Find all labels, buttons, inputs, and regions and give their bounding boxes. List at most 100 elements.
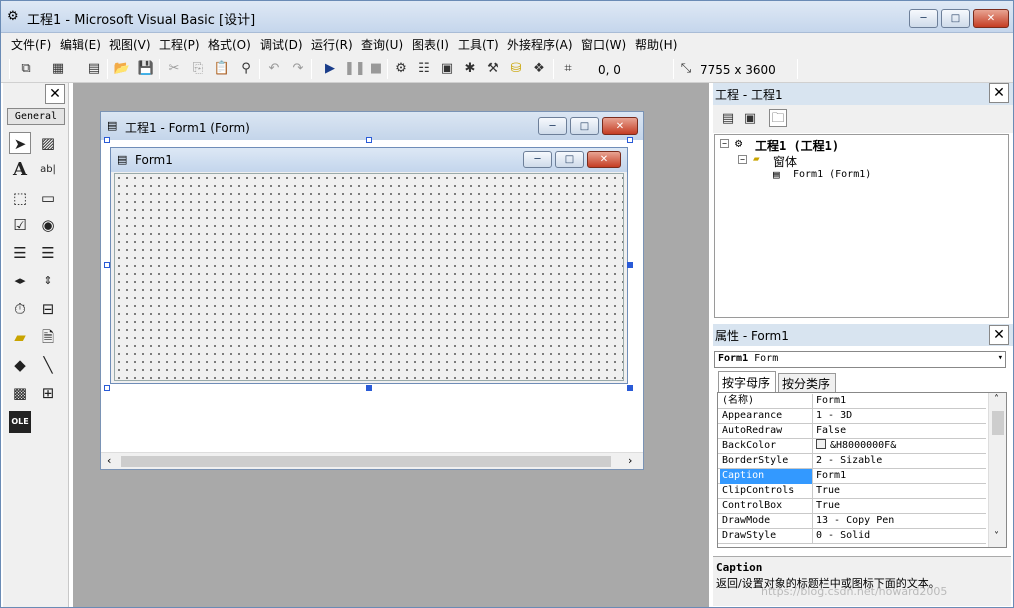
tree-expander[interactable]: − xyxy=(720,139,729,148)
add-form-icon[interactable]: ▦ xyxy=(49,60,67,78)
commandbutton-tool-icon[interactable]: ▭ xyxy=(37,187,59,209)
redo-icon[interactable]: ↷ xyxy=(289,60,307,78)
filelistbox-tool-icon[interactable]: 🗎 xyxy=(37,326,59,348)
property-value[interactable]: Form1 xyxy=(814,469,986,484)
view-object-icon[interactable]: ▣ xyxy=(741,110,759,128)
image-tool-icon[interactable]: ▩ xyxy=(9,382,31,404)
form1-window[interactable]: ▤ Form1 ─ □ ✕ xyxy=(110,147,628,384)
menu-editor-icon[interactable]: ▤ xyxy=(85,60,103,78)
visual-component-manager-icon[interactable]: ❖ xyxy=(530,60,548,78)
property-value[interactable]: True xyxy=(814,499,986,514)
menu-addins[interactable]: 外接程序(A) xyxy=(507,36,573,53)
save-icon[interactable]: 💾 xyxy=(137,60,155,78)
designer-hscrollbar[interactable]: ‹ › xyxy=(101,452,643,469)
form1-client-grid[interactable] xyxy=(114,173,624,381)
form1-maximize-button[interactable]: □ xyxy=(555,151,584,168)
tree-item-label[interactable]: Form1 (Form1) xyxy=(793,169,871,180)
property-value[interactable]: 0 - Solid xyxy=(814,529,986,544)
checkbox-tool-icon[interactable]: ☑ xyxy=(9,214,31,236)
designer-minimize-button[interactable]: ─ xyxy=(538,117,567,135)
picturebox-tool-icon[interactable]: ▨ xyxy=(37,132,59,154)
menu-help[interactable]: 帮助(H) xyxy=(635,36,677,53)
toolbox-close-button[interactable]: ✕ xyxy=(45,84,65,104)
selection-handle[interactable] xyxy=(627,262,633,268)
end-icon[interactable]: ■ xyxy=(367,60,385,78)
form1-minimize-button[interactable]: ─ xyxy=(523,151,552,168)
property-row-selected[interactable]: Caption Form1 xyxy=(718,469,986,484)
property-row[interactable]: AutoRedraw False xyxy=(718,424,986,439)
project-close-button[interactable]: ✕ xyxy=(989,83,1009,103)
textbox-tool-icon[interactable]: ab| xyxy=(37,159,59,181)
properties-close-button[interactable]: ✕ xyxy=(989,325,1009,345)
maximize-button[interactable]: □ xyxy=(941,9,970,28)
optionbutton-tool-icon[interactable]: ◉ xyxy=(37,214,59,236)
menu-diagram[interactable]: 图表(I) xyxy=(412,36,449,53)
object-browser-icon[interactable]: ✱ xyxy=(461,60,479,78)
undo-icon[interactable]: ↶ xyxy=(265,60,283,78)
ole-tool-icon[interactable]: OLE xyxy=(9,411,31,433)
property-row[interactable]: DrawStyle 0 - Solid xyxy=(718,529,986,544)
menu-window[interactable]: 窗口(W) xyxy=(581,36,626,53)
property-value[interactable]: &H8000000F& xyxy=(814,439,986,454)
property-value[interactable]: Form1 xyxy=(814,394,986,409)
line-tool-icon[interactable]: ╲ xyxy=(37,354,59,376)
pointer-tool-icon[interactable]: ➤ xyxy=(9,132,31,154)
view-code-icon[interactable]: ▤ xyxy=(719,110,737,128)
scroll-left-icon[interactable]: ‹ xyxy=(107,454,111,467)
property-value[interactable]: True xyxy=(814,484,986,499)
scroll-right-icon[interactable]: › xyxy=(628,454,632,467)
property-row[interactable]: Appearance 1 - 3D xyxy=(718,409,986,424)
break-icon[interactable]: ❚❚ xyxy=(344,60,366,78)
tab-categorized[interactable]: 按分类序 xyxy=(778,373,836,392)
selection-handle[interactable] xyxy=(104,262,110,268)
copy-icon[interactable]: ⎘ xyxy=(189,60,207,78)
selection-handle[interactable] xyxy=(366,385,372,391)
property-value[interactable]: 2 - Sizable xyxy=(814,454,986,469)
property-grid-scrollbar[interactable]: ˄ ˅ xyxy=(988,393,1006,547)
close-button[interactable]: ✕ xyxy=(973,9,1009,28)
property-value[interactable]: 13 - Copy Pen xyxy=(814,514,986,529)
drivelistbox-tool-icon[interactable]: ⊟ xyxy=(37,298,59,320)
properties-window-icon[interactable]: ☷ xyxy=(415,60,433,78)
listbox-tool-icon[interactable]: ☰ xyxy=(37,242,59,264)
toolbox-icon[interactable]: ⚒ xyxy=(484,60,502,78)
menu-run[interactable]: 运行(R) xyxy=(311,36,353,53)
toggle-folders-icon[interactable]: 🗀 xyxy=(769,109,787,127)
find-icon[interactable]: ⚲ xyxy=(237,60,255,78)
form1-close-button[interactable]: ✕ xyxy=(587,151,621,168)
chevron-down-icon[interactable]: ▾ xyxy=(998,353,1003,363)
property-row[interactable]: ClipControls True xyxy=(718,484,986,499)
selection-handle[interactable] xyxy=(104,137,110,143)
designer-maximize-button[interactable]: □ xyxy=(570,117,599,135)
property-value[interactable]: 1 - 3D xyxy=(814,409,986,424)
property-row[interactable]: ControlBox True xyxy=(718,499,986,514)
menu-view[interactable]: 视图(V) xyxy=(109,36,151,53)
open-icon[interactable]: 📂 xyxy=(113,60,131,78)
label-tool-icon[interactable]: A xyxy=(9,159,31,181)
form-layout-icon[interactable]: ▣ xyxy=(438,60,456,78)
property-row[interactable]: (名称) Form1 xyxy=(718,394,986,409)
scrollbar-thumb[interactable] xyxy=(121,456,611,467)
hscrollbar-tool-icon[interactable]: ◂▸ xyxy=(9,270,31,292)
property-row[interactable]: BackColor &H8000000F& xyxy=(718,439,986,454)
menu-file[interactable]: 文件(F) xyxy=(11,36,51,53)
selection-handle[interactable] xyxy=(104,385,110,391)
property-row[interactable]: BorderStyle 2 - Sizable xyxy=(718,454,986,469)
paste-icon[interactable]: 📋 xyxy=(213,60,231,78)
menu-tools[interactable]: 工具(T) xyxy=(458,36,499,53)
frame-tool-icon[interactable]: ⬚ xyxy=(9,187,31,209)
property-value[interactable]: False xyxy=(814,424,986,439)
selection-handle[interactable] xyxy=(366,137,372,143)
start-icon[interactable]: ▶ xyxy=(321,60,339,78)
data-view-icon[interactable]: ⛁ xyxy=(507,60,525,78)
combobox-tool-icon[interactable]: ☰ xyxy=(9,242,31,264)
scrollbar-thumb[interactable] xyxy=(992,411,1004,435)
menu-edit[interactable]: 编辑(E) xyxy=(60,36,101,53)
data-tool-icon[interactable]: ⊞ xyxy=(37,382,59,404)
tree-root-label[interactable]: 工程1 (工程1) xyxy=(755,137,839,154)
object-selector[interactable]: Form1 Form ▾ xyxy=(714,351,1006,368)
designer-close-button[interactable]: ✕ xyxy=(602,117,638,135)
scroll-down-icon[interactable]: ˅ xyxy=(994,531,999,542)
tree-expander[interactable]: − xyxy=(738,155,747,164)
property-row[interactable]: DrawMode 13 - Copy Pen xyxy=(718,514,986,529)
